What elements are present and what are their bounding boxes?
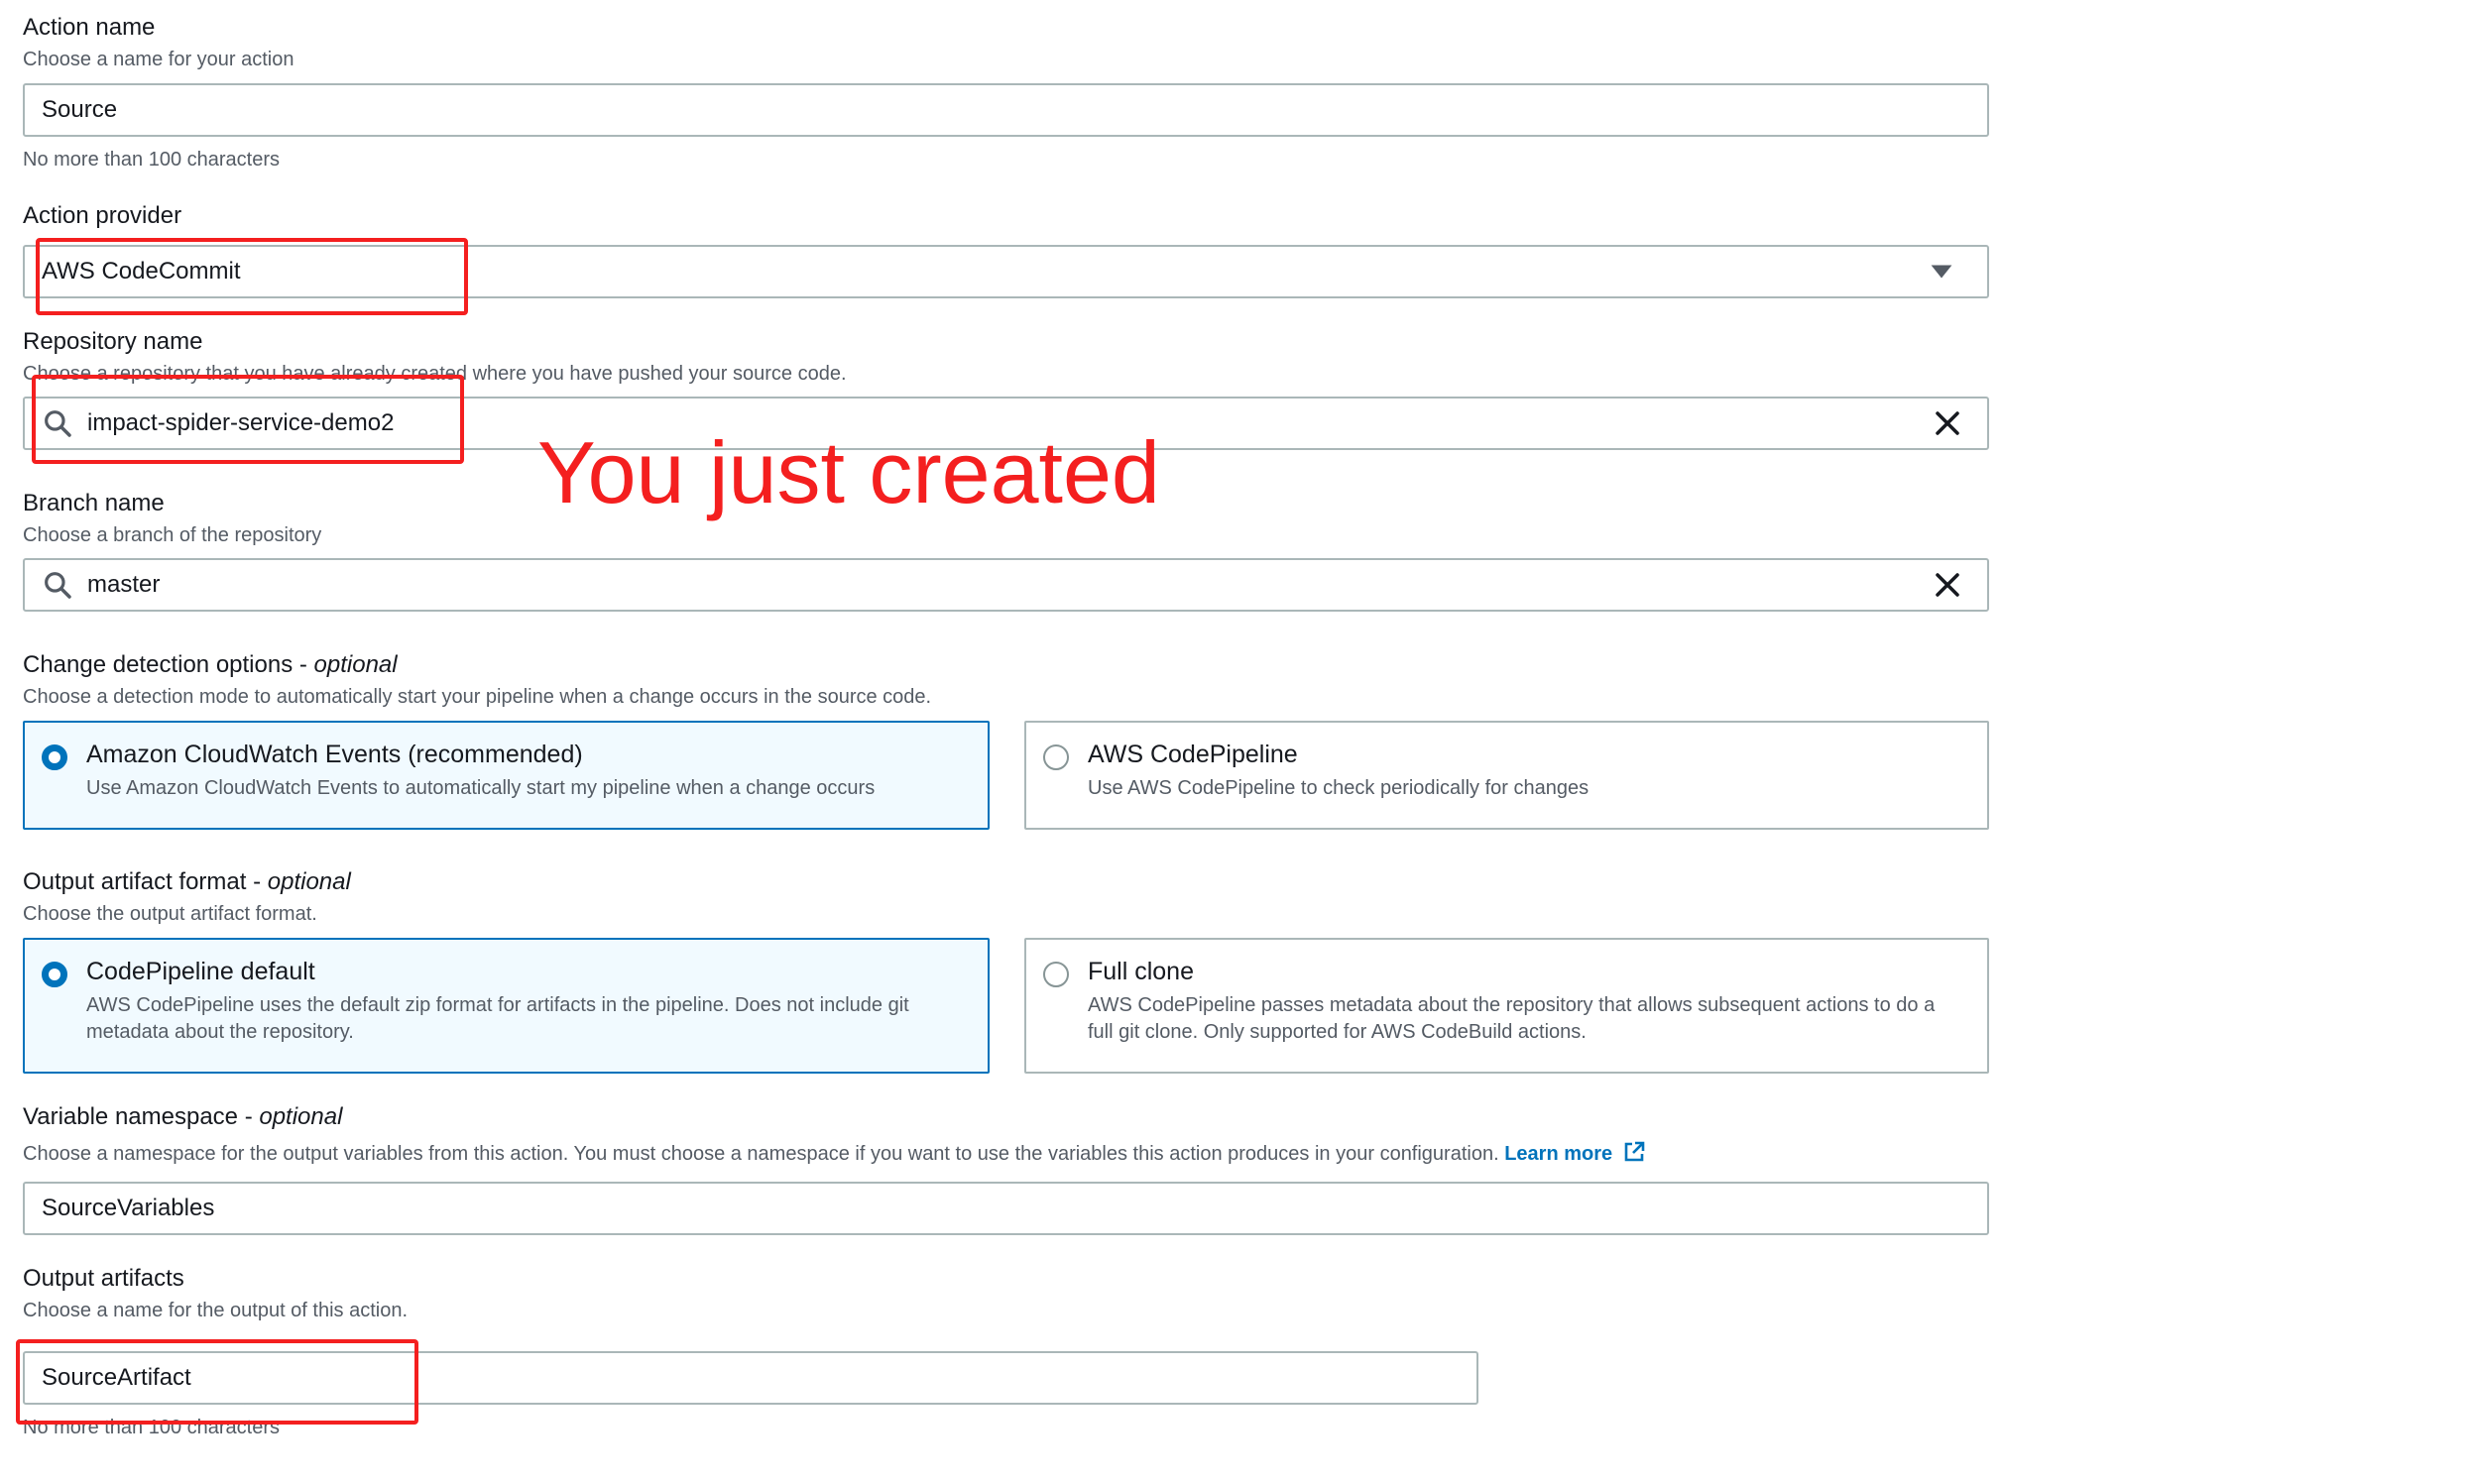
radio-selected[interactable]	[42, 962, 67, 987]
clear-icon[interactable]	[1933, 408, 1962, 438]
branch-name-value: master	[87, 571, 161, 598]
branch-name-description: Choose a branch of the repository	[23, 524, 322, 546]
learn-more-link[interactable]: Learn more	[1504, 1143, 1612, 1165]
option-full-clone[interactable]: Full clone AWS CodePipeline passes metad…	[1024, 938, 1989, 1074]
search-icon	[45, 572, 71, 599]
annotation-box-output-artifacts	[16, 1339, 418, 1425]
option-title: AWS CodePipeline	[1088, 741, 1298, 768]
branch-name-input[interactable]: master	[23, 558, 1989, 612]
option-codepipeline-default[interactable]: CodePipeline default AWS CodePipeline us…	[23, 938, 990, 1074]
variable-namespace-value: SourceVariables	[42, 1195, 215, 1221]
action-name-input[interactable]: Source	[23, 83, 1989, 137]
radio-selected[interactable]	[42, 744, 67, 770]
option-cloudwatch-events[interactable]: Amazon CloudWatch Events (recommended) U…	[23, 721, 990, 830]
output-artifact-format-label: Output artifact format - optional	[23, 868, 351, 895]
action-name-description: Choose a name for your action	[23, 49, 294, 70]
option-description: Use AWS CodePipeline to check periodical…	[1088, 777, 1590, 799]
action-name-value: Source	[42, 96, 118, 123]
annotation-box-action-provider	[36, 238, 468, 315]
option-description: AWS CodePipeline passes metadata about t…	[1088, 994, 1936, 1043]
optional-tag: optional	[259, 1103, 343, 1130]
radio-unselected[interactable]	[1043, 962, 1069, 987]
optional-tag: optional	[313, 651, 398, 678]
action-name-constraint: No more than 100 characters	[23, 149, 281, 171]
repository-name-label: Repository name	[23, 328, 203, 355]
change-detection-label: Change detection options - optional	[23, 651, 398, 678]
dropdown-caret-icon	[1931, 265, 1952, 279]
clear-icon[interactable]	[1933, 570, 1962, 600]
option-description: Use Amazon CloudWatch Events to automati…	[86, 777, 876, 799]
output-artifact-format-description: Choose the output artifact format.	[23, 903, 317, 925]
action-provider-label: Action provider	[23, 202, 182, 229]
output-artifacts-description: Choose a name for the output of this act…	[23, 1300, 409, 1321]
variable-namespace-label: Variable namespace - optional	[23, 1103, 343, 1130]
variable-namespace-description: Choose a namespace for the output variab…	[23, 1140, 1646, 1166]
option-title: Full clone	[1088, 958, 1194, 985]
branch-name-label: Branch name	[23, 490, 165, 516]
option-title: CodePipeline default	[86, 958, 315, 985]
option-title: Amazon CloudWatch Events (recommended)	[86, 741, 583, 768]
change-detection-description: Choose a detection mode to automatically…	[23, 686, 932, 708]
annotation-box-repository-name	[32, 375, 464, 464]
action-name-label: Action name	[23, 14, 156, 41]
output-artifacts-label: Output artifacts	[23, 1265, 184, 1292]
variable-namespace-input[interactable]: SourceVariables	[23, 1182, 1989, 1235]
option-description: AWS CodePipeline uses the default zip fo…	[86, 994, 909, 1043]
optional-tag: optional	[267, 868, 351, 895]
external-link-icon[interactable]	[1622, 1140, 1646, 1164]
radio-unselected[interactable]	[1043, 744, 1069, 770]
option-codepipeline-polling[interactable]: AWS CodePipeline Use AWS CodePipeline to…	[1024, 721, 1989, 830]
annotation-text: You just created	[537, 423, 1160, 521]
